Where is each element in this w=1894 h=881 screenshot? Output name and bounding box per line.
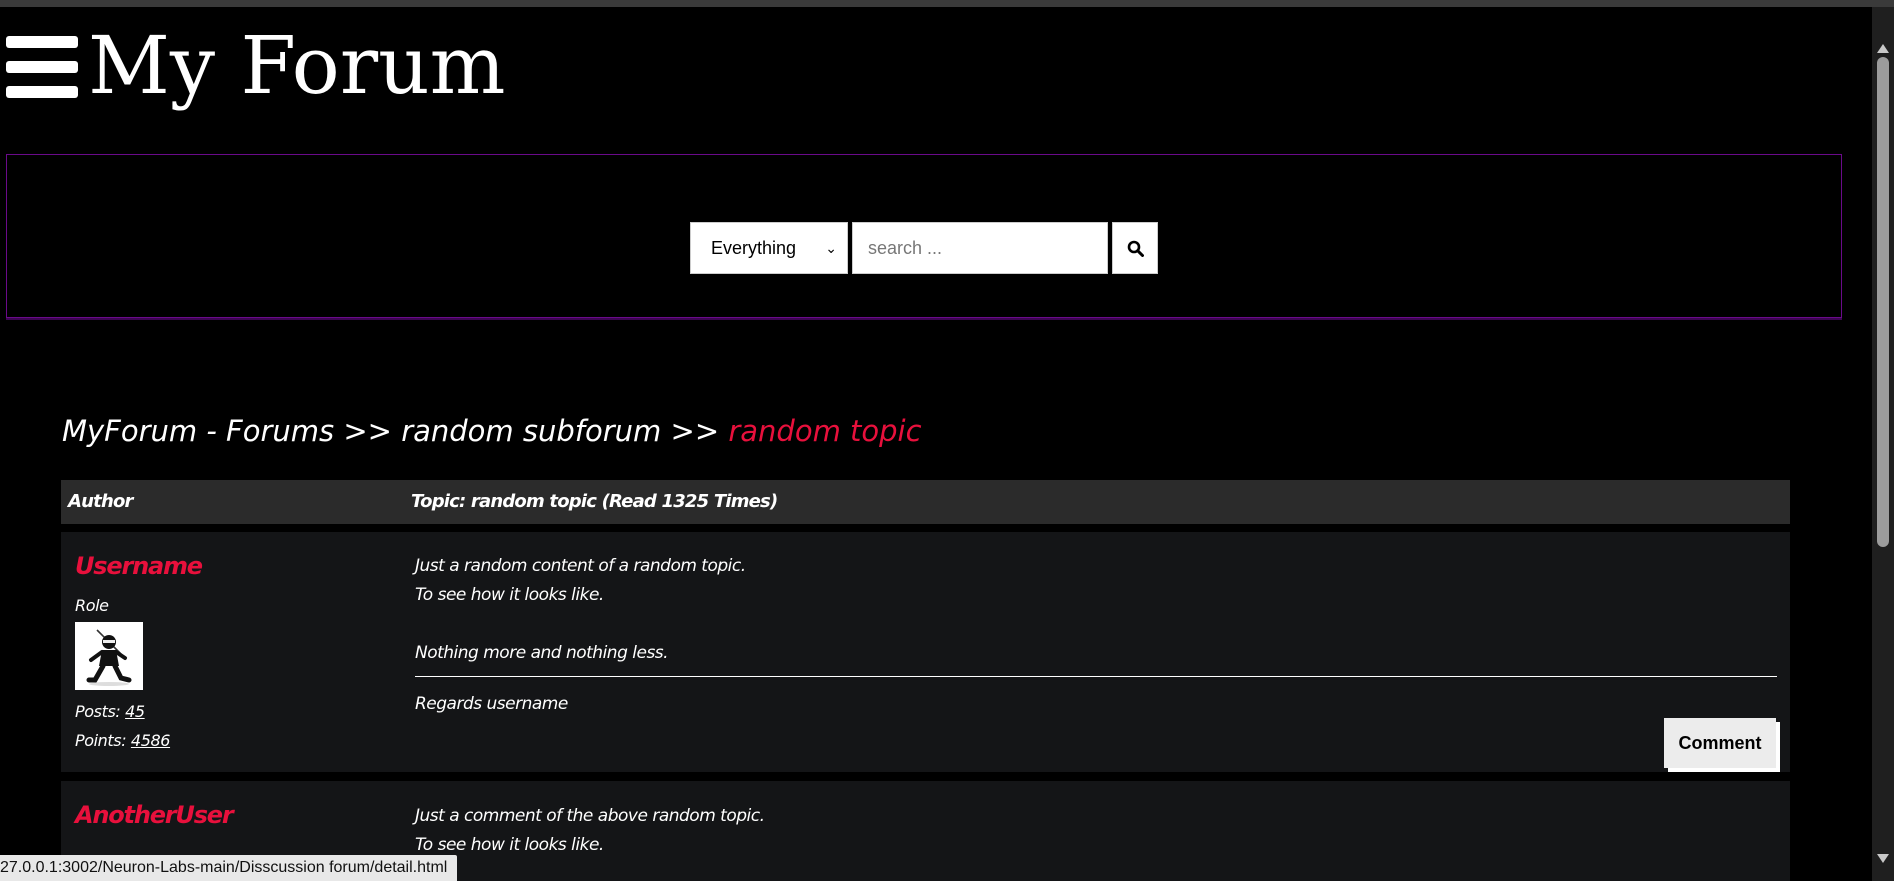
breadcrumb: MyForum - Forums >> random subforum >> r… [62,411,922,451]
signature-divider [415,676,1777,677]
vertical-scrollbar[interactable] [1872,7,1894,881]
search-button[interactable] [1112,222,1158,274]
search-scope-select[interactable]: Everything ⌄ [690,222,848,274]
post-body-line: To see how it looks like. [415,835,604,855]
search-placeholder: search ... [868,238,943,258]
column-header-topic: Topic: random topic (Read 1325 Times) [411,491,778,512]
breadcrumb-subforum[interactable]: random subforum [401,414,661,448]
search-input[interactable]: search ... [852,222,1108,274]
search-icon [1127,240,1144,257]
ninja-avatar-icon [75,622,143,690]
scroll-up-arrow-icon[interactable] [1877,44,1889,53]
chevron-down-icon: ⌄ [825,240,837,256]
breadcrumb-root[interactable]: MyForum - Forums [62,414,334,448]
post: Username Role Posts: 45 Points: 4586 Jus… [61,532,1790,772]
author-points: Points: 4586 [75,731,170,750]
points-label: Points: [75,731,127,750]
page-viewport: My Forum Everything ⌄ search ... MyForum… [0,7,1872,881]
post-author[interactable]: AnotherUser [75,801,234,829]
site-title: My Forum [88,19,506,112]
scrollbar-thumb[interactable] [1877,57,1889,547]
points-count-link[interactable]: 4586 [131,731,171,750]
breadcrumb-separator: >> [670,414,720,448]
table-header: Author Topic: random topic (Read 1325 Ti… [61,480,1790,524]
scroll-down-arrow-icon[interactable] [1877,854,1889,863]
post-author[interactable]: Username [75,552,203,580]
posts-label: Posts: [75,702,121,721]
site-header: My Forum [0,7,1872,127]
status-bar-url: 27.0.0.1:3002/Neuron-Labs-main/Disscussi… [0,855,458,881]
post-body-line: Just a random content of a random topic. [415,556,746,576]
post-body-line: To see how it looks like. [415,585,604,605]
hamburger-menu-icon[interactable] [6,36,78,98]
post-signature: Regards username [415,694,568,714]
breadcrumb-current: random topic [728,414,922,448]
comment-button[interactable]: Comment [1664,718,1776,768]
search-scope-value: Everything [711,238,797,258]
column-header-author: Author [68,491,133,512]
breadcrumb-separator: >> [343,414,392,448]
post-body-line: Just a comment of the above random topic… [415,806,765,826]
post-body-line: Nothing more and nothing less. [415,643,669,663]
author-role: Role [75,596,109,615]
posts-count-link[interactable]: 45 [125,702,145,721]
author-posts: Posts: 45 [75,702,145,721]
